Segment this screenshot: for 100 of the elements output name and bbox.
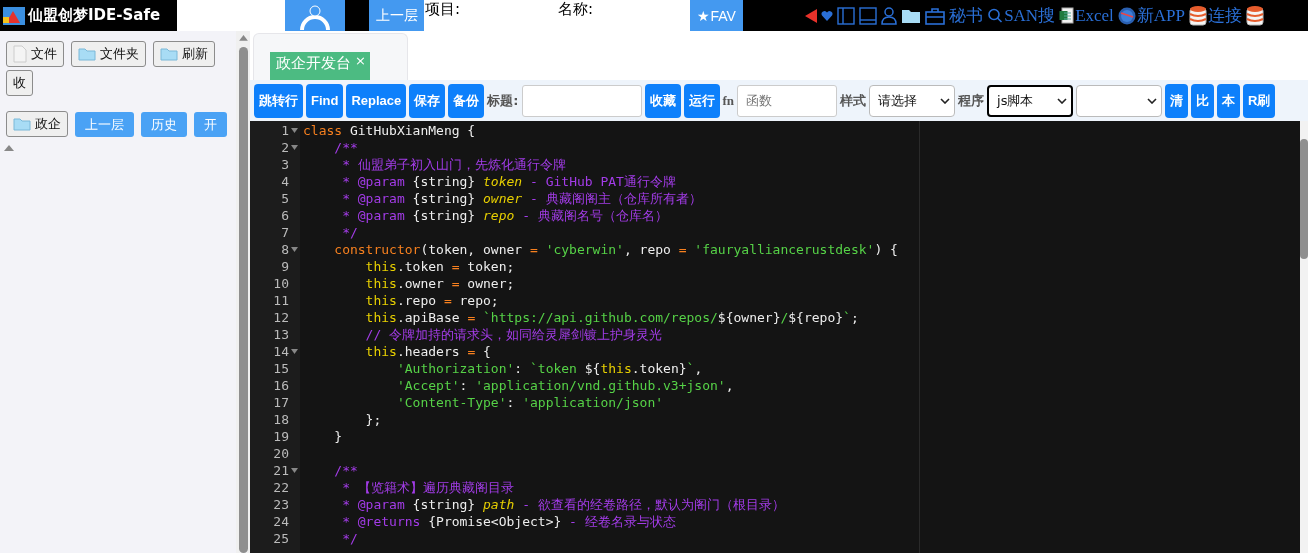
code-line: */ — [341, 225, 358, 240]
up-level-button[interactable]: 上一层 — [369, 0, 424, 31]
line-number: 1 — [281, 123, 289, 138]
chevron-down-icon — [940, 97, 951, 104]
folder-icon — [160, 47, 178, 61]
field-label: fn — [722, 92, 735, 109]
line-number: 19 — [273, 429, 289, 444]
code-line: }; — [364, 412, 382, 427]
field-label: 程序 — [958, 91, 985, 110]
line-number: 22 — [273, 480, 289, 495]
briefcase-icon[interactable] — [925, 6, 946, 25]
person-icon[interactable] — [881, 6, 898, 25]
excel-link[interactable]: Excel — [1059, 5, 1114, 26]
gauge-button[interactable] — [285, 0, 345, 31]
compass-icon — [1117, 6, 1136, 25]
code-line: /** — [333, 140, 358, 155]
scrollbar[interactable] — [236, 31, 250, 553]
search-field[interactable] — [177, 0, 285, 31]
editor-scrollbar[interactable] — [1300, 121, 1308, 553]
code-line: * @param {string} owner - 典藏阁阁主（仓库所有者） — [341, 189, 702, 208]
fold-icon[interactable] — [291, 145, 298, 150]
code-line: constructor(token, owner = 'cyberwin', repo = 'fauryalliancerustdesk') { — [333, 242, 898, 257]
editor-tab[interactable]: 政企开发台 × — [270, 52, 370, 80]
toolbar-button[interactable]: 清 — [1165, 83, 1189, 118]
line-number: 6 — [281, 208, 289, 223]
code-line: * @param {string} token - GitHub PAT通行令牌 — [341, 172, 676, 191]
search-icon — [987, 7, 1004, 24]
code-line: } — [333, 429, 343, 444]
sidebar-layout-icon[interactable] — [837, 6, 856, 25]
spreadsheet-icon — [1059, 7, 1075, 24]
left-triangle-icon[interactable] — [805, 8, 818, 23]
fold-icon[interactable] — [291, 128, 298, 133]
code-line: class GitHubXianMeng { — [303, 123, 476, 138]
toolbar-button[interactable]: 备份 — [448, 83, 485, 118]
scroll-up-icon[interactable] — [4, 145, 14, 151]
folder-icon[interactable] — [901, 7, 922, 24]
toolbar-button[interactable]: 跳转行 — [254, 83, 303, 118]
sidebar-button[interactable]: 文件 — [6, 41, 64, 67]
fold-icon[interactable] — [291, 468, 298, 473]
database-icon — [1189, 4, 1208, 27]
code-line: // 令牌加持的请求头，如同给灵犀剑镀上护身灵光 — [364, 325, 663, 344]
select-field[interactable] — [1076, 84, 1163, 117]
toolbar-button[interactable]: 运行 — [683, 83, 720, 118]
toolbar-button[interactable]: Replace — [346, 83, 407, 118]
line-number: 2 — [281, 140, 289, 155]
app-title: 仙盟创梦IDE-Safe — [28, 6, 161, 25]
app-link[interactable]: 新APP — [1117, 4, 1186, 27]
sidebar-button[interactable]: 收 — [6, 70, 33, 96]
code-line: 'Accept': 'application/vnd.github.v3+json', — [395, 378, 734, 393]
line-number: 24 — [273, 514, 289, 529]
nav-button[interactable]: 开 — [194, 112, 227, 137]
select-field[interactable]: 请选择 — [869, 84, 956, 117]
input-field[interactable]: 函数 — [737, 84, 838, 117]
line-number: 8 — [281, 242, 289, 257]
toolbar-button[interactable]: 本 — [1217, 83, 1241, 118]
line-number: 7 — [281, 225, 289, 240]
database-link[interactable]: 连接 — [1189, 4, 1243, 27]
fold-icon[interactable] — [291, 349, 298, 354]
close-icon[interactable]: × — [355, 54, 366, 67]
secretary-link[interactable]: 秘书 — [949, 4, 984, 27]
field-label: 样式 — [840, 91, 867, 110]
sidebar-button[interactable]: 刷新 — [153, 41, 215, 67]
toolbar-button[interactable]: 保存 — [409, 83, 446, 118]
code-line: */ — [341, 531, 358, 546]
chevron-down-icon — [1147, 97, 1158, 104]
line-number: 4 — [281, 174, 289, 189]
line-number: 12 — [273, 310, 289, 325]
search-link[interactable]: SAN搜 — [987, 4, 1056, 27]
line-number: 10 — [273, 276, 289, 291]
logo-icon — [2, 4, 26, 27]
line-number: 14 — [273, 344, 289, 359]
bottom-panel-icon[interactable] — [859, 6, 878, 25]
folder-icon — [13, 117, 31, 131]
select-field[interactable]: js脚本 — [987, 84, 1074, 117]
line-number: 23 — [273, 497, 289, 512]
toolbar-button[interactable]: Find — [306, 83, 344, 118]
nav-button[interactable]: 上一层 — [75, 112, 134, 137]
code-line: this.owner = owner; — [364, 276, 515, 291]
heart-icon[interactable] — [821, 9, 834, 22]
code-line: * @param {string} repo - 典藏阁名号（仓库名） — [341, 206, 668, 225]
line-number: 13 — [273, 327, 289, 342]
code-line: * 【览籍术】遍历典藏阁目录 — [341, 478, 514, 497]
nav-button[interactable]: 政企 — [6, 111, 68, 137]
sidebar-button[interactable]: 文件夹 — [71, 41, 146, 67]
fav-button[interactable]: ★FAV — [690, 0, 744, 31]
input-field[interactable] — [521, 84, 642, 117]
nav-button[interactable]: 历史 — [141, 112, 187, 137]
code-line: * @returns {Promise<Object>} - 经卷名录与状态 — [341, 512, 676, 531]
line-number: 11 — [273, 293, 289, 308]
code-line: * @param {string} path - 欲查看的经卷路径，默认为阁门（根目录） — [341, 495, 785, 514]
code-line: this.apiBase = `https://api.github.com/repos/${owner}/${repo}`; — [364, 310, 859, 325]
scroll-up-icon[interactable] — [238, 35, 248, 41]
toolbar-button[interactable]: 比 — [1191, 83, 1215, 118]
fold-icon[interactable] — [291, 247, 298, 252]
database-icon — [1246, 4, 1265, 27]
line-number: 9 — [281, 259, 289, 274]
line-number: 5 — [281, 191, 289, 206]
toolbar-button[interactable]: R刷 — [1243, 83, 1276, 118]
line-number: 18 — [273, 412, 289, 427]
toolbar-button[interactable]: 收藏 — [644, 83, 681, 118]
